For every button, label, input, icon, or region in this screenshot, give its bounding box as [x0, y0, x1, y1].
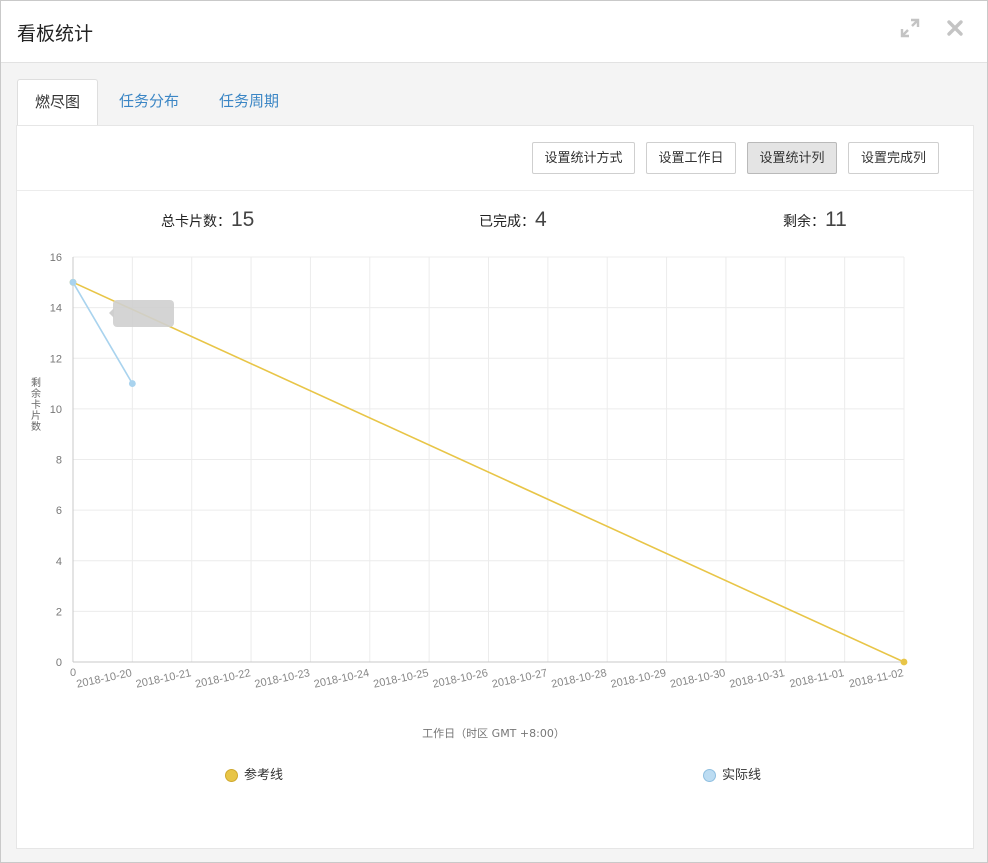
- tooltip-pointer: [109, 308, 114, 318]
- y-tick-label: 16: [50, 252, 62, 264]
- dialog-title: 看板统计: [17, 24, 94, 45]
- x-tick-label: 2018-10-28: [550, 667, 608, 690]
- stat-remaining-value: 11: [825, 208, 847, 231]
- x-tick-label: 2018-10-24: [313, 667, 371, 690]
- y-tick-label: 12: [50, 353, 62, 365]
- x-tick-label: 2018-10-30: [669, 667, 727, 690]
- y-tick-label: 8: [56, 455, 62, 467]
- stat-done-value: 4: [535, 208, 547, 231]
- x-tick-label: 2018-10-25: [372, 667, 430, 690]
- tab-burndown[interactable]: 燃尽图: [17, 79, 98, 127]
- expand-icon[interactable]: [899, 17, 921, 39]
- x-tick-label: 2018-10-27: [491, 667, 549, 690]
- x-tick-label: 2018-10-31: [728, 667, 786, 690]
- y-axis-label-char: 余: [31, 387, 41, 400]
- y-tick-label: 10: [50, 404, 62, 416]
- set-stat-method-button[interactable]: 设置统计方式: [532, 142, 635, 174]
- stat-total-label: 总卡片数：: [161, 213, 231, 229]
- y-axis-label-char: 片: [31, 409, 41, 422]
- set-done-column-button[interactable]: 设置完成列: [848, 142, 939, 174]
- x-tick-label: 2018-11-01: [789, 667, 846, 690]
- y-axis-label-char: 数: [31, 420, 41, 433]
- y-tick-label: 6: [56, 505, 62, 517]
- stat-done-label: 已完成：: [479, 213, 535, 229]
- legend-actual-swatch: [703, 769, 716, 782]
- stat-total: 总卡片数：15: [161, 208, 254, 232]
- reference-point: [900, 658, 908, 666]
- y-tick-label: 4: [56, 556, 62, 568]
- x-tick-label: 2018-10-29: [610, 667, 668, 690]
- legend-reference-swatch: [225, 769, 238, 782]
- x-axis-label: 工作日（时区 GMT +8:00）: [422, 727, 565, 740]
- legend-actual-line[interactable]: 实际线: [703, 764, 761, 783]
- stat-remaining: 剩余：11: [783, 208, 847, 232]
- actual-point: [128, 380, 136, 387]
- stat-total-value: 15: [231, 208, 255, 231]
- stat-done: 已完成：4: [479, 208, 547, 232]
- x-tick-label: 2018-11-02: [848, 667, 905, 690]
- x-tick-label: 2018-10-22: [194, 667, 252, 690]
- set-workday-button[interactable]: 设置工作日: [646, 142, 736, 174]
- toolbar: 设置统计方式 设置工作日 设置统计列 设置完成列: [17, 126, 973, 191]
- dialog-header: 看板统计: [1, 1, 987, 63]
- x-tick-label: 2018-10-21: [135, 667, 193, 690]
- actual-point: [69, 278, 77, 286]
- y-tick-label: 14: [50, 303, 62, 315]
- x-tick-label: 2018-10-23: [254, 667, 312, 690]
- actual-line: [72, 281, 134, 384]
- tooltip-box: [113, 300, 174, 327]
- x-tick-label: 2018-10-26: [432, 667, 490, 690]
- legend-actual-label: 实际线: [722, 767, 762, 782]
- y-axis-label-char: 卡: [31, 398, 41, 411]
- y-tick-label: 0: [56, 657, 62, 669]
- set-stat-column-button[interactable]: 设置统计列: [747, 142, 837, 174]
- y-tick-label: 2: [56, 606, 62, 618]
- close-icon[interactable]: [944, 17, 966, 39]
- legend-reference-line[interactable]: 参考线: [225, 764, 283, 783]
- tab-task-cycle[interactable]: 任务周期: [209, 79, 289, 125]
- burndown-panel: 设置统计方式 设置工作日 设置统计列 设置完成列 总卡片数：15 已完成：4 剩…: [16, 125, 974, 849]
- x-tick-label: 2018-10-20: [75, 667, 133, 690]
- x-tick-label: 0: [70, 667, 76, 679]
- tab-task-distribution[interactable]: 任务分布: [109, 79, 189, 125]
- legend-reference-label: 参考线: [244, 767, 284, 782]
- y-axis-label-char: 剩: [31, 376, 41, 389]
- kanban-stats-dialog: 看板统计 燃尽图 任务分布 任务周期 设置统计方式 设置工作日 设置统计列 设置…: [0, 0, 988, 863]
- stat-remaining-label: 剩余：: [783, 213, 825, 229]
- burndown-chart: 02468101214160 2018-10-20 2018-10-21 2018-1…: [31, 252, 908, 740]
